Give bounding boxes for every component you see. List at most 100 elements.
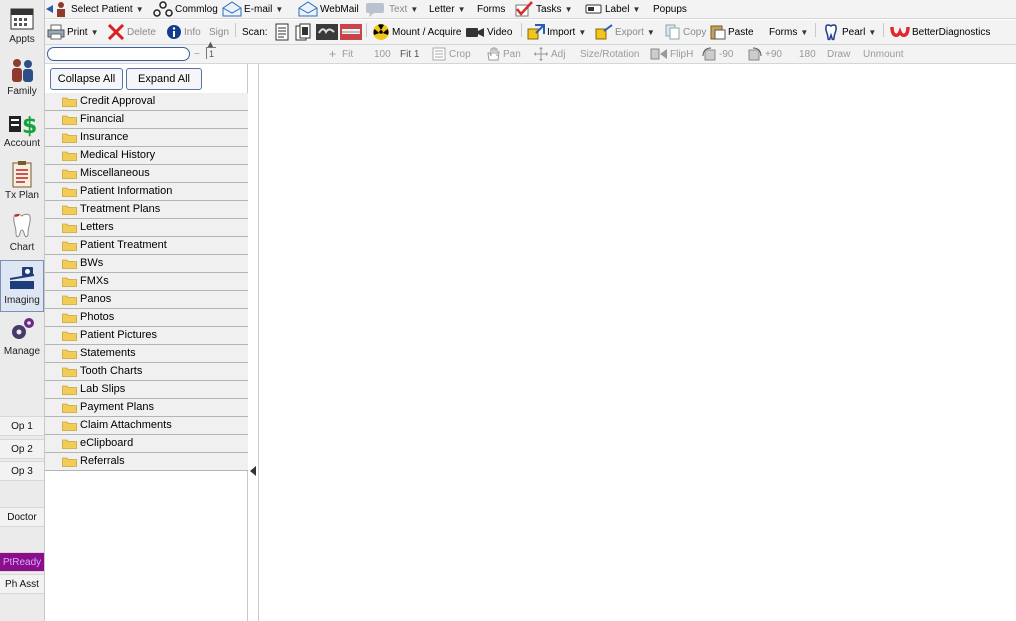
rotate-minus90-button[interactable]: -90 <box>701 45 733 64</box>
image-viewer-area[interactable] <box>249 64 1016 621</box>
fit-button[interactable]: Fit <box>342 45 353 64</box>
module-appts[interactable]: Appts <box>0 0 44 52</box>
module-imaging[interactable]: Imaging <box>0 260 44 312</box>
scan-multipage-button[interactable] <box>295 23 313 42</box>
tree-folder-label: Patient Information <box>80 185 173 197</box>
print-label: Print <box>67 27 88 38</box>
info-button[interactable]: Info <box>166 23 201 42</box>
commlog-button[interactable]: Commlog <box>153 0 218 19</box>
scan-xray-button[interactable] <box>316 23 340 42</box>
crop-icon <box>432 47 446 61</box>
size-rotation-button[interactable]: Size/Rotation <box>580 45 639 64</box>
tree-folder-item[interactable]: Credit Approval <box>45 93 248 111</box>
zoom-plus-button[interactable]: + <box>329 45 336 64</box>
letter-button[interactable]: Letter ▼ <box>429 0 466 19</box>
export-label: Export <box>615 27 644 38</box>
tree-folder-label: Statements <box>80 347 136 359</box>
email-label: E-mail <box>244 4 273 15</box>
adjust-button[interactable]: Adj <box>533 45 565 64</box>
tree-button-row: Collapse All Expand All <box>45 68 248 92</box>
module-txplan[interactable]: Tx Plan <box>0 156 44 208</box>
folder-icon <box>62 133 77 143</box>
tree-folder-item[interactable]: Claim Attachments <box>45 417 248 435</box>
tree-folder-item[interactable]: Treatment Plans <box>45 201 248 219</box>
tree-folder-item[interactable]: Lab Slips <box>45 381 248 399</box>
video-button[interactable]: Video <box>465 23 512 42</box>
move-arrows-icon <box>534 47 548 62</box>
video-camera-icon <box>466 28 484 38</box>
zoom-slider[interactable] <box>47 47 190 61</box>
tree-folder-item[interactable]: Insurance <box>45 129 248 147</box>
module-bar: Appts Family $ Account Tx Plan Chart Ima… <box>0 0 45 621</box>
label-button[interactable]: Label ▼ <box>585 0 640 19</box>
module-family[interactable]: Family <box>0 52 44 104</box>
pan-button[interactable]: Pan <box>485 45 521 64</box>
module-account[interactable]: $ Account <box>0 104 44 156</box>
collapse-all-button[interactable]: Collapse All <box>50 68 123 90</box>
email-button[interactable]: E-mail ▼ <box>222 0 283 19</box>
crop-button[interactable]: Crop <box>431 45 471 64</box>
import-button[interactable]: Import ▼ <box>527 23 586 42</box>
mount-acquire-button[interactable]: Mount / Acquire <box>372 23 461 42</box>
module-chart[interactable]: Chart <box>0 208 44 260</box>
ph-asst-button[interactable]: Ph Asst <box>0 574 44 594</box>
collapse-panel-arrow-icon[interactable] <box>250 466 256 476</box>
tree-folder-item[interactable]: Photos <box>45 309 248 327</box>
text-button[interactable]: Text ▼ <box>365 0 418 19</box>
zoom-100-button[interactable]: 100 <box>374 45 391 64</box>
tree-folder-label: Financial <box>80 113 125 125</box>
better-diagnostics-label: BetterDiagnostics <box>912 27 991 38</box>
tree-folder-item[interactable]: Financial <box>45 111 248 129</box>
export-button[interactable]: Export ▼ <box>595 23 655 42</box>
unmount-button[interactable]: Unmount <box>863 45 904 64</box>
tree-folder-label: Patient Treatment <box>80 239 167 251</box>
forms-dropdown-button[interactable]: Forms ▼ <box>769 23 808 42</box>
ptready-button[interactable]: PtReady <box>0 552 44 572</box>
tree-folder-item[interactable]: Statements <box>45 345 248 363</box>
better-diagnostics-button[interactable]: BetterDiagnostics <box>890 23 990 42</box>
tree-folder-item[interactable]: Medical History <box>45 147 248 165</box>
fit1-button[interactable]: Fit 1 <box>400 45 419 64</box>
tree-folder-item[interactable]: Patient Pictures <box>45 327 248 345</box>
scan-photo-button[interactable] <box>340 23 364 42</box>
scan-document-button[interactable] <box>274 23 292 42</box>
select-patient-label: Select Patient <box>71 4 133 15</box>
op2-button[interactable]: Op 2 <box>0 439 44 459</box>
print-button[interactable]: Print ▼ <box>47 23 98 42</box>
tree-folder-item[interactable]: Letters <box>45 219 248 237</box>
select-patient-button[interactable]: Select Patient ▼ <box>45 0 144 19</box>
paste-button[interactable]: Paste <box>710 23 754 42</box>
tasks-check-icon <box>515 1 533 17</box>
tree-folder-item[interactable]: eClipboard <box>45 435 248 453</box>
tree-folder-item[interactable]: Patient Treatment <box>45 237 248 255</box>
label-label: Label <box>605 4 630 15</box>
copy-button[interactable]: Copy <box>665 23 706 42</box>
doctor-button[interactable]: Doctor <box>0 507 44 527</box>
rotate-180-button[interactable]: 180 <box>799 45 816 64</box>
op3-button[interactable]: Op 3 <box>0 461 44 481</box>
delete-button[interactable]: Delete <box>107 23 156 42</box>
tree-folder-item[interactable]: FMXs <box>45 273 248 291</box>
tree-folder-item[interactable]: Payment Plans <box>45 399 248 417</box>
tree-folder-item[interactable]: BWs <box>45 255 248 273</box>
scanner-icon <box>9 267 35 289</box>
draw-button[interactable]: Draw <box>827 45 850 64</box>
module-manage[interactable]: Manage <box>0 312 44 364</box>
zoom-minus-button[interactable]: − <box>194 45 200 64</box>
pearl-button[interactable]: Pearl ▼ <box>822 23 876 42</box>
imaging-toolbar: Print ▼ Delete Info Sign Scan: Mount / Ac… <box>45 20 1016 45</box>
folder-icon <box>62 295 77 305</box>
tasks-button[interactable]: Tasks ▼ <box>514 0 572 19</box>
popups-button[interactable]: Popups <box>653 0 687 19</box>
op1-button[interactable]: Op 1 <box>0 416 44 436</box>
forms-button[interactable]: Forms <box>477 0 505 19</box>
expand-all-button[interactable]: Expand All <box>126 68 202 90</box>
fliph-button[interactable]: FlipH <box>650 45 693 64</box>
tree-folder-item[interactable]: Patient Information <box>45 183 248 201</box>
webmail-button[interactable]: WebMail <box>298 0 359 19</box>
tree-folder-item[interactable]: Miscellaneous <box>45 165 248 183</box>
tree-folder-item[interactable]: Tooth Charts <box>45 363 248 381</box>
rotate-plus90-button[interactable]: +90 <box>747 45 782 64</box>
tree-folder-item[interactable]: Referrals <box>45 453 248 471</box>
tree-folder-item[interactable]: Panos <box>45 291 248 309</box>
